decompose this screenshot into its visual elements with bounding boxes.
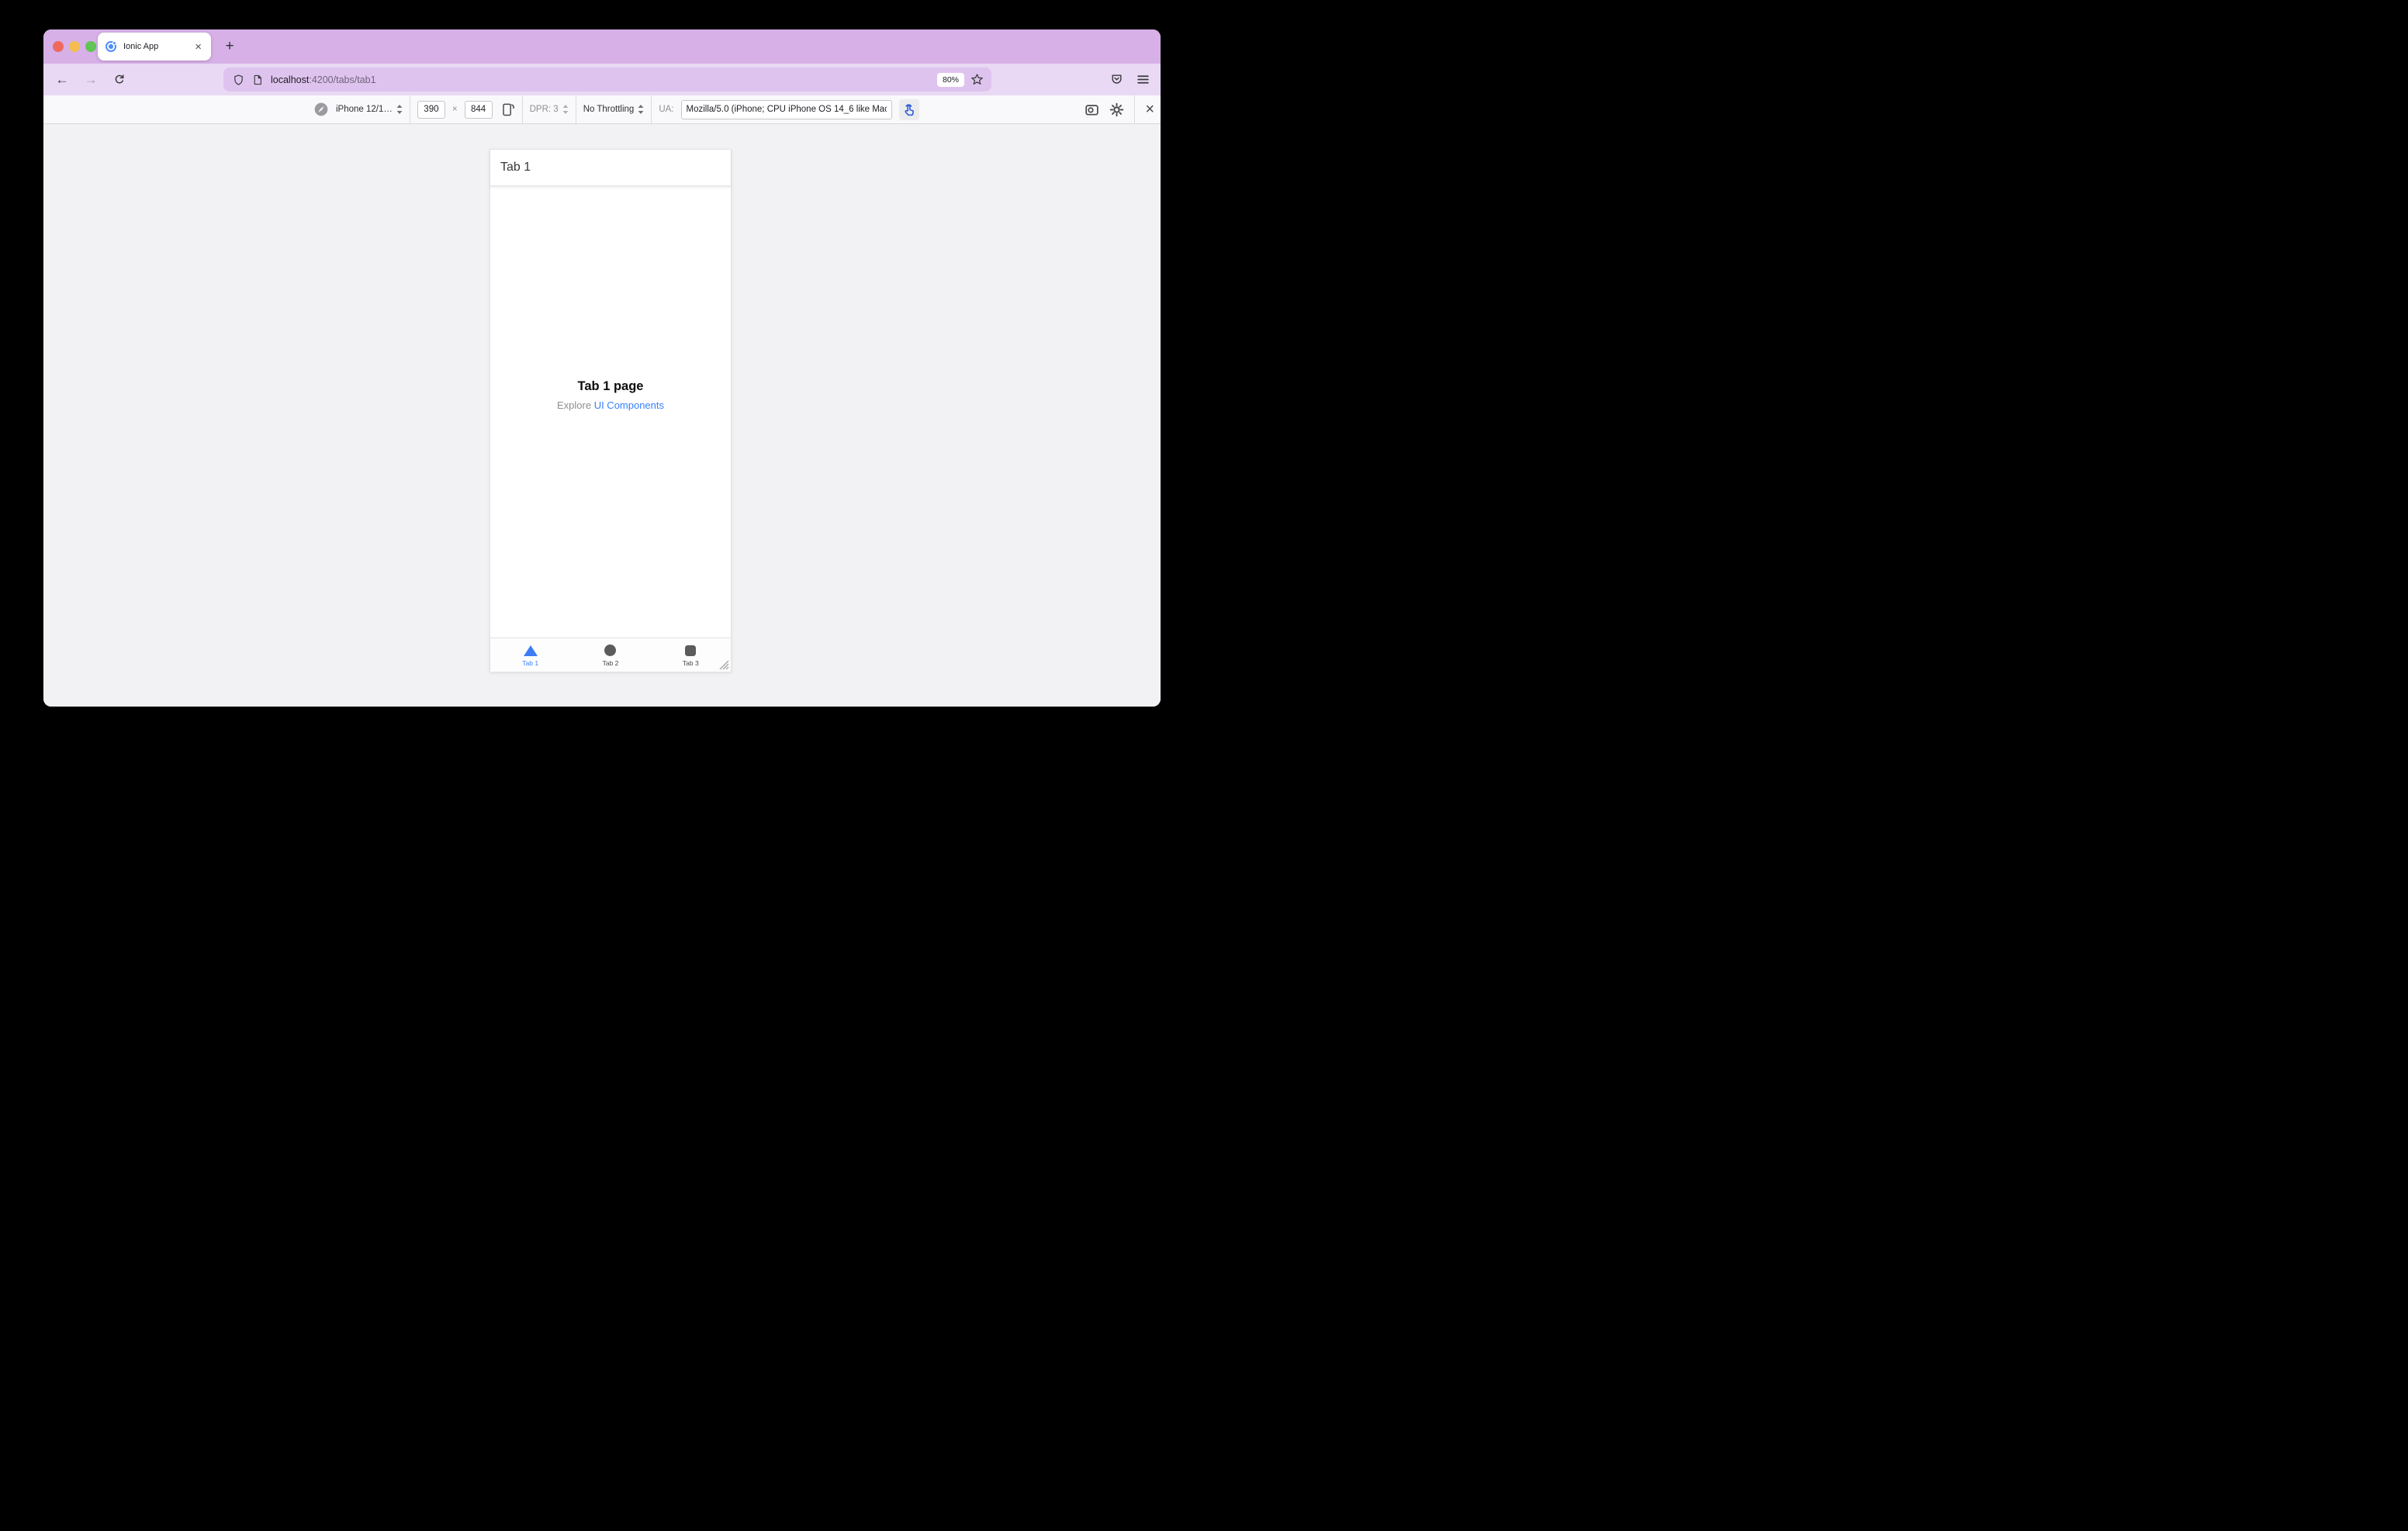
ua-label: UA: xyxy=(659,105,674,114)
touch-icon xyxy=(905,103,914,116)
pocket-button[interactable] xyxy=(1110,73,1123,86)
url-path: :4200/tabs/tab1 xyxy=(309,74,376,85)
throttling-selector[interactable]: No Throttling xyxy=(583,105,645,114)
rdm-toolbar: iPhone 12/1… × DPR: 3 xyxy=(43,95,1161,124)
rotate-icon xyxy=(502,103,514,116)
page-content: Tab 1 page Explore UI Components xyxy=(490,379,731,411)
tab-label: Tab 2 xyxy=(602,659,619,667)
menu-button[interactable] xyxy=(1137,74,1150,85)
app-tab-bar: Tab 1 Tab 2 Tab 3 xyxy=(490,638,731,672)
window-controls xyxy=(53,41,96,52)
device-viewport: Tab 1 Tab 1 page Explore UI Components T… xyxy=(490,149,732,672)
gear-icon xyxy=(1110,102,1124,116)
shield-icon[interactable] xyxy=(233,74,244,86)
rdm-action-buttons: × xyxy=(1085,95,1154,123)
dpr-selector[interactable]: DPR: 3 xyxy=(530,105,569,114)
rdm-close-button[interactable]: × xyxy=(1145,102,1154,117)
desktop-background: { "browser": { "tab_title": "Ionic App",… xyxy=(0,0,1204,766)
tab-label: Tab 1 xyxy=(522,659,539,667)
rotate-viewport-button[interactable] xyxy=(500,102,515,117)
navigation-toolbar: ← → localhost:4200/tabs/tab1 80% xyxy=(43,64,1161,95)
touch-simulation-toggle[interactable] xyxy=(898,98,919,120)
zoom-level-badge[interactable]: 80% xyxy=(936,72,964,87)
tab-button-tab2[interactable]: Tab 2 xyxy=(570,638,650,672)
explore-text: Explore xyxy=(556,399,592,411)
triangle-icon xyxy=(523,645,538,656)
select-arrows-icon xyxy=(562,105,569,114)
dpr-label: DPR: 3 xyxy=(529,105,559,114)
app-header-title: Tab 1 xyxy=(500,161,531,174)
separator xyxy=(651,95,652,123)
tab-label: Tab 3 xyxy=(682,659,699,667)
separator xyxy=(521,95,523,123)
reload-button[interactable] xyxy=(109,64,130,95)
user-agent-input[interactable] xyxy=(680,99,892,119)
separator xyxy=(1134,95,1136,123)
rdm-device-controls: iPhone 12/1… × DPR: 3 xyxy=(313,95,919,123)
page-title: Tab 1 page xyxy=(577,379,644,393)
viewport-width-input[interactable] xyxy=(417,100,445,119)
url-text: localhost:4200/tabs/tab1 xyxy=(271,74,376,85)
url-bar[interactable]: localhost:4200/tabs/tab1 80% xyxy=(223,67,991,92)
ionic-favicon xyxy=(106,41,116,52)
tab-title: Ionic App xyxy=(123,42,159,51)
tab-button-tab1[interactable]: Tab 1 xyxy=(490,638,570,672)
forward-button[interactable]: → xyxy=(80,64,102,95)
rdm-settings-button[interactable] xyxy=(1109,102,1124,117)
device-selector[interactable]: iPhone 12/1… xyxy=(336,105,403,114)
app-header: Tab 1 xyxy=(490,150,731,186)
forward-icon: → xyxy=(84,71,98,87)
page-icon[interactable] xyxy=(252,74,263,86)
tab-strip: Ionic App × + xyxy=(43,29,1161,64)
dimension-separator: × xyxy=(452,105,458,114)
close-window-button[interactable] xyxy=(53,41,64,52)
rdm-content-area: Tab 1 Tab 1 page Explore UI Components T… xyxy=(43,124,1161,707)
select-arrows-icon xyxy=(396,105,403,114)
minimize-window-button[interactable] xyxy=(69,41,80,52)
viewport-height-input[interactable] xyxy=(464,100,493,119)
back-button[interactable]: ← xyxy=(51,64,73,95)
camera-icon xyxy=(1085,104,1099,116)
browser-window: Ionic App × + ← → localhost:4200/tabs/ta… xyxy=(43,29,1161,707)
safari-browser-icon xyxy=(314,102,328,116)
reload-icon xyxy=(115,74,124,84)
square-icon xyxy=(685,645,697,656)
back-icon: ← xyxy=(55,71,69,87)
screenshot-button[interactable] xyxy=(1085,103,1099,116)
pocket-icon xyxy=(1112,74,1122,84)
ellipse-icon xyxy=(604,645,617,656)
throttling-label: No Throttling xyxy=(583,105,635,114)
star-icon xyxy=(971,74,983,85)
url-host: localhost xyxy=(271,74,310,85)
browser-tab-ionic-app[interactable]: Ionic App × xyxy=(98,33,211,60)
menu-icon xyxy=(1137,75,1149,84)
viewport-resize-handle[interactable] xyxy=(718,659,729,670)
bookmark-button[interactable] xyxy=(970,73,984,86)
toolbar-right-icons xyxy=(1110,64,1150,95)
tab-close-icon[interactable]: × xyxy=(192,40,204,54)
select-arrows-icon xyxy=(638,105,644,114)
zoom-window-button[interactable] xyxy=(85,41,96,52)
device-selector-label: iPhone 12/1… xyxy=(336,105,393,114)
page-subtitle: Explore UI Components xyxy=(490,399,731,411)
new-tab-button[interactable]: + xyxy=(219,36,240,57)
ui-components-link[interactable]: UI Components xyxy=(594,399,664,411)
